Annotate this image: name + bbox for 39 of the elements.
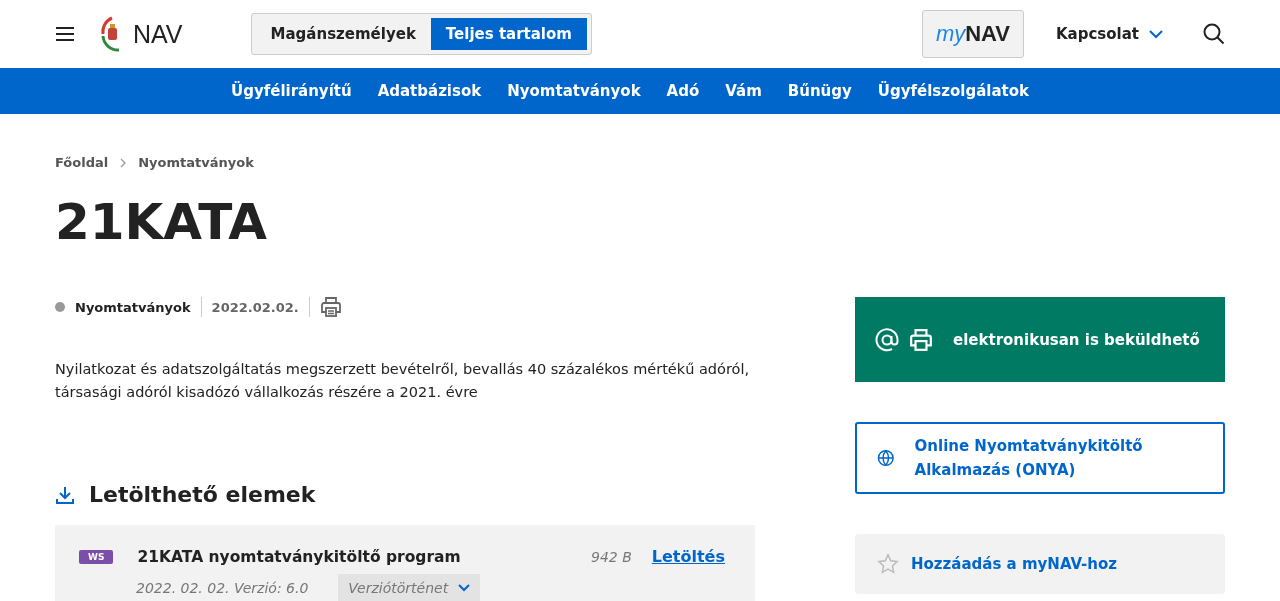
chevron-right-icon bbox=[120, 157, 127, 168]
form-description: Nyilatkozat és adatszolgáltatás megszerzett bevételről, bevallás 40 százalékos mértékű adóról, társasági adóról kisadózó vállalkozás részére a 2021. évre bbox=[55, 360, 751, 402]
section-heading: Letölthető elemek bbox=[89, 482, 316, 507]
download-icon bbox=[55, 484, 75, 505]
chevron-down-icon bbox=[458, 584, 471, 592]
nav-link[interactable]: Ügyfélirányítű bbox=[231, 82, 352, 100]
file-type-badge: WS bbox=[79, 549, 114, 564]
mynav-button[interactable]: myNAV bbox=[921, 10, 1024, 58]
publish-date: 2022.02.02. bbox=[211, 299, 299, 315]
breadcrumb-link[interactable]: Nyomtatványok bbox=[138, 155, 254, 170]
site-logo[interactable]: NAV bbox=[133, 19, 183, 49]
star-icon bbox=[877, 553, 899, 575]
nav-link[interactable]: Adó bbox=[666, 82, 700, 100]
page-title: 21KATA bbox=[55, 192, 269, 252]
menu-icon[interactable] bbox=[55, 26, 75, 42]
at-sign-icon bbox=[875, 327, 899, 352]
nav-link[interactable]: Bűnügy bbox=[787, 82, 852, 100]
contact-dropdown[interactable]: Kapcsolat bbox=[1055, 25, 1163, 43]
breadcrumb-link[interactable]: Főoldal bbox=[55, 155, 109, 170]
download-link[interactable]: Letöltés bbox=[651, 547, 725, 566]
nav-link[interactable]: Ügyfélszolgálatok bbox=[877, 82, 1029, 100]
file-name: 21KATA nyomtatványkitöltő program bbox=[137, 547, 462, 566]
audience-tab[interactable]: Magánszemélyek bbox=[255, 18, 431, 50]
file-size: 942 B bbox=[591, 548, 632, 565]
category-label: Nyomtatványok bbox=[75, 299, 191, 315]
version-info: 2022. 02. 02. Verzió: 6.0 bbox=[136, 580, 309, 596]
print-icon[interactable] bbox=[319, 296, 342, 318]
version-history-button[interactable]: Verziótörténet bbox=[338, 574, 481, 601]
onya-link-card[interactable]: Online Nyomtatványkitöltő Alkalmazás (ONYA) bbox=[855, 422, 1225, 494]
add-to-mynav-button[interactable]: Hozzáadás a myNAV-hoz bbox=[855, 534, 1225, 594]
nav-link[interactable]: Adatbázisok bbox=[377, 82, 482, 100]
nav-link[interactable]: Vám bbox=[725, 82, 762, 100]
category-dot bbox=[55, 302, 65, 312]
submission-info-text: elektronikusan is beküldhető bbox=[953, 330, 1200, 349]
chevron-down-icon bbox=[1149, 29, 1163, 39]
print-icon bbox=[909, 327, 933, 352]
search-icon[interactable] bbox=[1203, 23, 1225, 45]
audience-tab[interactable]: Teljes tartalom bbox=[430, 18, 587, 50]
nav-link[interactable]: Nyomtatványok bbox=[507, 82, 641, 100]
